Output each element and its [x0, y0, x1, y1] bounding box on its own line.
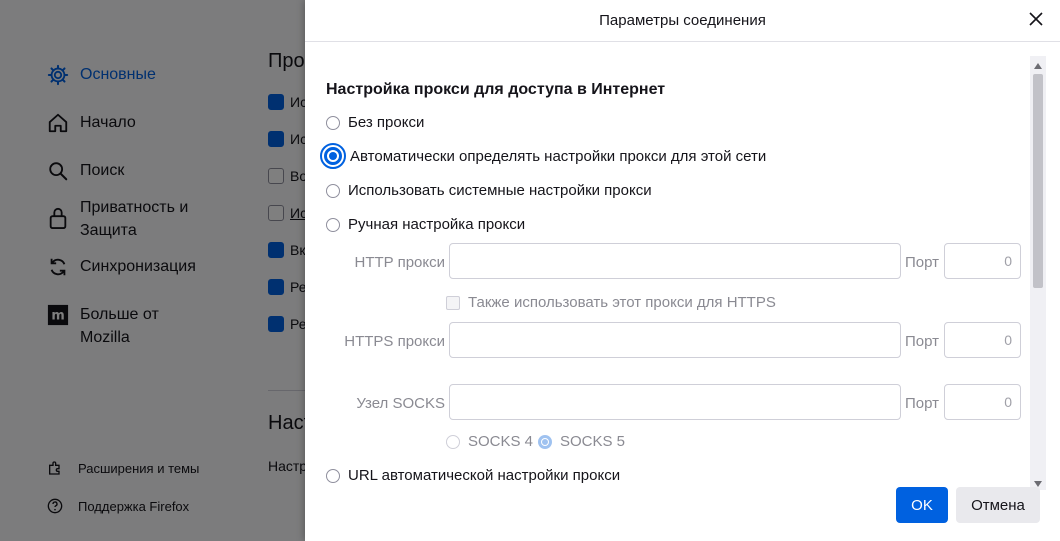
radio-system-proxy[interactable]: Использовать системные настройки прокси [326, 182, 652, 199]
radio-button-selected[interactable] [538, 434, 552, 449]
radio-auto-detect[interactable]: Автоматически определять настройки прокс… [320, 143, 767, 169]
radio-label: Автоматически определять настройки прокс… [350, 147, 767, 165]
radio-label: Ручная настройка прокси [348, 216, 526, 233]
http-proxy-input[interactable] [449, 243, 901, 279]
close-button[interactable] [1026, 11, 1046, 31]
radio-button[interactable] [326, 217, 340, 232]
radio-socks5[interactable]: SOCKS 5 [538, 433, 625, 450]
scroll-thumb[interactable] [1033, 74, 1043, 288]
socks-port-label: Порт [905, 395, 940, 412]
also-https-checkbox[interactable]: Также использовать этот прокси для HTTPS [446, 294, 776, 311]
chevron-up-icon [1034, 56, 1042, 73]
cancel-button[interactable]: Отмена [956, 487, 1040, 523]
radio-label: SOCKS 5 [560, 433, 626, 450]
radio-no-proxy[interactable]: Без прокси [326, 114, 424, 131]
connection-settings-dialog: Параметры соединения Настройка прокси дл… [305, 0, 1060, 541]
radio-button[interactable] [446, 434, 460, 449]
radio-manual-proxy[interactable]: Ручная настройка прокси [326, 216, 525, 233]
https-port-label: Порт [905, 333, 940, 350]
radio-button-selected[interactable] [324, 147, 342, 165]
https-port-input[interactable] [944, 322, 1021, 358]
http-port-input[interactable] [944, 243, 1021, 279]
https-proxy-label: HTTPS прокси [344, 333, 445, 350]
dialog-title: Параметры соединения [305, 0, 1060, 42]
checkbox-box[interactable] [446, 295, 460, 310]
radio-pac-url[interactable]: URL автоматической настройки прокси [326, 467, 620, 484]
socks-port-input[interactable] [944, 384, 1021, 420]
scroll-up-button[interactable] [1030, 56, 1046, 72]
section-title: Настройка прокси для доступа в Интернет [326, 81, 666, 98]
radio-label: URL автоматической настройки прокси [348, 467, 621, 484]
socks-host-input[interactable] [449, 384, 901, 420]
radio-focus-wrap [320, 143, 346, 169]
radio-button[interactable] [326, 468, 340, 483]
ok-button[interactable]: OK [896, 487, 948, 523]
scrollbar[interactable] [1030, 56, 1046, 490]
close-icon [1029, 12, 1043, 30]
http-port-label: Порт [905, 254, 940, 271]
radio-label: Использовать системные настройки прокси [348, 182, 652, 199]
radio-socks4[interactable]: SOCKS 4 [446, 433, 533, 450]
radio-label: SOCKS 4 [468, 433, 534, 450]
socks-host-label: Узел SOCKS [356, 395, 445, 412]
radio-button[interactable] [326, 115, 340, 130]
https-proxy-input[interactable] [449, 322, 901, 358]
http-proxy-label: HTTP прокси [354, 254, 445, 271]
radio-label: Без прокси [348, 114, 425, 131]
radio-button[interactable] [326, 183, 340, 198]
checkbox-label: Также использовать этот прокси для HTTPS [468, 294, 776, 311]
